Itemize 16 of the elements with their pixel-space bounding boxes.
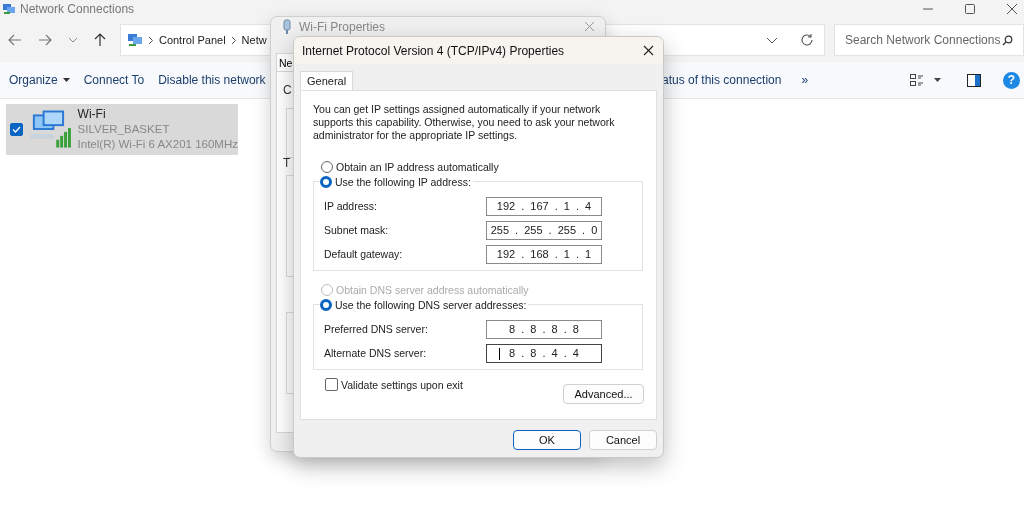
field-label: T [283, 156, 291, 170]
checkbox-label: Validate settings upon exit [341, 378, 463, 391]
field-label: Default gateway: [324, 248, 403, 260]
field-label: Alternate DNS server: [324, 347, 427, 359]
adapter-name: Intel(R) Wi-Fi 6 AX201 160MHz [77, 137, 238, 152]
field-label: C [283, 83, 292, 97]
window-title: Network Connections [20, 2, 135, 16]
connection-name: Wi-Fi [77, 107, 107, 122]
field-label: Preferred DNS server: [324, 323, 428, 335]
network-name: SILVER_BASKET [77, 122, 171, 137]
dialog-title: Internet Protocol Version 4 (TCP/IPv4) Properties [302, 43, 565, 58]
radio-option: Obtain DNS server address automatically [321, 281, 644, 298]
field-label: IP address: [324, 200, 377, 212]
intro-text: You can get IP settings assigned automatically if your network supports this capability. Otherwise, you need to ask your network administrator for the appropriate IP settings. [313, 103, 616, 142]
field-label: Subnet mask: [324, 224, 389, 236]
dialog-title: Wi-Fi Properties [299, 19, 386, 34]
